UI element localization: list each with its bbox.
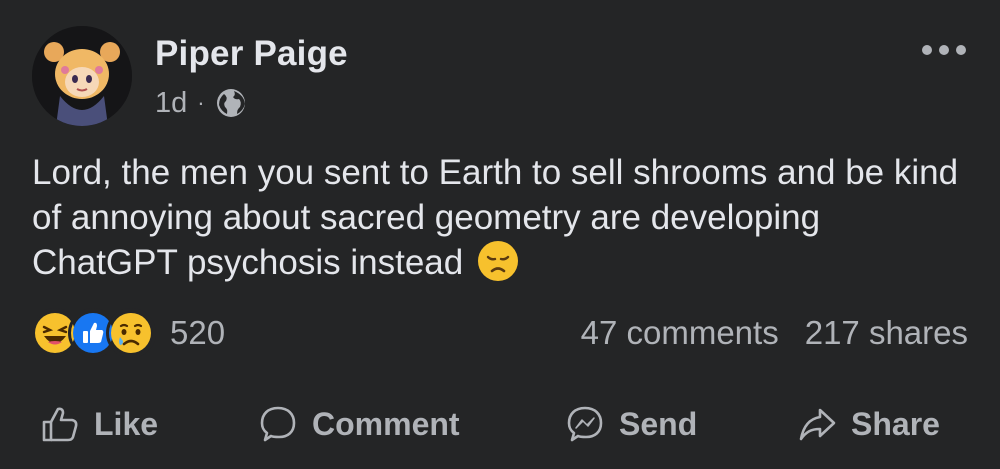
globe-icon[interactable] (215, 87, 247, 119)
share-button[interactable]: Share (797, 395, 940, 453)
send-button[interactable]: Send (565, 395, 697, 453)
author-name[interactable]: Piper Paige (155, 34, 348, 74)
messenger-icon (567, 406, 603, 442)
comments-count[interactable]: 47 comments (581, 314, 779, 352)
comment-bubble-icon (260, 406, 296, 442)
more-dot-icon (939, 45, 949, 55)
action-bar: Like Comment Send Share (0, 395, 1000, 453)
like-button[interactable]: Like (40, 395, 158, 453)
reactions-summary[interactable]: 520 (30, 308, 226, 358)
comment-label: Comment (312, 405, 460, 442)
avatar[interactable] (32, 26, 132, 126)
more-dot-icon (922, 45, 932, 55)
share-arrow-icon (799, 408, 836, 441)
meta-separator: · (197, 90, 205, 115)
thumbs-up-icon (42, 407, 78, 442)
engagement-counts: 47 comments 217 shares (581, 312, 968, 354)
share-label: Share (851, 405, 940, 442)
comment-button[interactable]: Comment (258, 395, 460, 453)
more-options-button[interactable] (922, 40, 966, 60)
shares-count[interactable]: 217 shares (805, 314, 968, 352)
disappointed-face-emoji (477, 240, 519, 282)
more-dot-icon (956, 45, 966, 55)
sad-reaction-icon (106, 308, 156, 358)
avatar-illustration (32, 26, 132, 126)
post-time[interactable]: 1d (155, 87, 187, 120)
post-text: Lord, the men you sent to Earth to sell … (32, 150, 972, 285)
reaction-count: 520 (170, 314, 226, 351)
post-card: Piper Paige 1d · Lord, the men you sent … (0, 0, 1000, 469)
like-label: Like (94, 405, 159, 442)
post-meta: 1d · (155, 84, 247, 122)
send-label: Send (619, 405, 698, 442)
